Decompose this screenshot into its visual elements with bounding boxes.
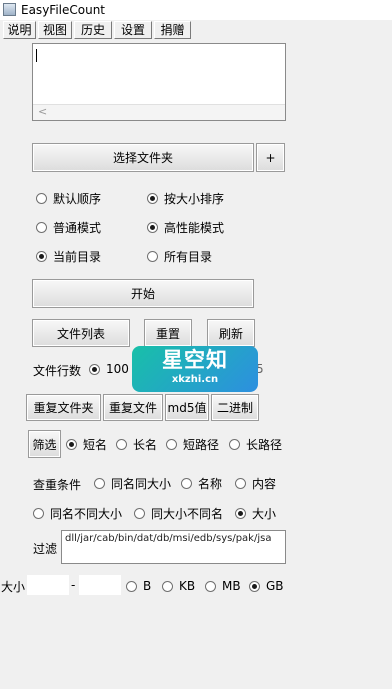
watermark-logo: 星空知 xkzhi.cn (132, 346, 258, 392)
file-lines-label: 文件行数 (33, 364, 82, 378)
radio-unit-b[interactable]: B (126, 578, 151, 594)
radio-size[interactable]: 大小 (235, 505, 276, 521)
menu-help[interactable]: 说明 (3, 21, 36, 39)
radio-dot (205, 580, 216, 592)
radio-dot (33, 507, 44, 519)
radio-long-path[interactable]: 长路径 (229, 436, 282, 452)
radio-dot (162, 580, 173, 592)
radio-same-name-diff-size[interactable]: 同名不同大小 (33, 505, 122, 521)
radio-dot (147, 250, 158, 262)
dup-file-button[interactable]: 重复文件 (103, 394, 163, 421)
radio-dot (94, 477, 105, 489)
title-bar: EasyFileCount (0, 0, 392, 20)
radio-dot (36, 192, 47, 204)
radio-long-name[interactable]: 长名 (116, 436, 157, 452)
radio-dot-selected (235, 507, 246, 519)
exclude-extensions-field[interactable]: dll/jar/cab/bin/dat/db/msi/edb/sys/pak/j… (61, 530, 286, 564)
radio-same-size-diff-name[interactable]: 同大小不同名 (134, 505, 223, 521)
radio-short-name[interactable]: 短名 (66, 436, 107, 452)
menu-settings[interactable]: 设置 (114, 21, 152, 39)
horizontal-scrollbar[interactable]: < (33, 104, 285, 120)
radio-lines-100[interactable]: 100 (89, 361, 129, 377)
radio-dot (181, 477, 192, 489)
binary-button[interactable]: 二进制 (211, 394, 259, 421)
radio-dot-selected (66, 438, 77, 450)
dup-conditions-label: 查重条件 (33, 478, 82, 492)
reset-button[interactable]: 重置 (144, 319, 192, 347)
radio-unit-gb[interactable]: GB (249, 578, 284, 594)
radio-name[interactable]: 名称 (181, 475, 222, 491)
scroll-left-icon[interactable]: < (38, 105, 47, 118)
radio-all-dirs[interactable]: 所有目录 (147, 248, 212, 264)
radio-short-path[interactable]: 短路径 (166, 436, 219, 452)
dup-folder-button[interactable]: 重复文件夹 (26, 394, 101, 421)
menu-history[interactable]: 历史 (74, 21, 112, 39)
size-max-input[interactable] (79, 575, 121, 595)
radio-unit-mb[interactable]: MB (205, 578, 241, 594)
radio-dot (134, 507, 145, 519)
radio-dot-selected (147, 221, 158, 233)
menu-bar: 说明 视图 历史 设置 捐赠 (0, 20, 392, 40)
app-icon (3, 3, 16, 16)
radio-default-order[interactable]: 默认顺序 (36, 190, 101, 206)
refresh-button[interactable]: 刷新 (207, 319, 255, 347)
output-textarea[interactable]: < (32, 43, 286, 121)
radio-content[interactable]: 内容 (235, 475, 276, 491)
radio-dot (229, 438, 240, 450)
select-folder-button[interactable]: 选择文件夹 (32, 143, 254, 172)
radio-performance-mode[interactable]: 高性能模式 (147, 219, 224, 235)
filter-button[interactable]: 筛选 (28, 430, 61, 458)
menu-view[interactable]: 视图 (38, 21, 72, 39)
radio-dot (166, 438, 177, 450)
radio-sort-by-size[interactable]: 按大小排序 (147, 190, 224, 206)
start-button[interactable]: 开始 (32, 279, 254, 308)
radio-dot (36, 221, 47, 233)
size-min-input[interactable] (27, 575, 69, 595)
radio-dot (126, 580, 137, 592)
radio-dot (116, 438, 127, 450)
radio-dot-selected (249, 580, 260, 592)
add-folder-button[interactable]: + (256, 143, 285, 172)
radio-unit-kb[interactable]: KB (162, 578, 195, 594)
radio-dot-selected (36, 250, 47, 262)
menu-donate[interactable]: 捐赠 (154, 21, 191, 39)
radio-dot (235, 477, 246, 489)
size-range-label: 大小 (1, 580, 26, 594)
radio-dot-selected (89, 363, 100, 375)
exclude-label: 过滤 (33, 542, 58, 556)
radio-normal-mode[interactable]: 普通模式 (36, 219, 101, 235)
file-list-button[interactable]: 文件列表 (32, 319, 130, 347)
radio-same-name-size[interactable]: 同名同大小 (94, 475, 171, 491)
md5-button[interactable]: md5值 (165, 394, 209, 421)
text-caret (36, 49, 37, 62)
radio-dot-selected (147, 192, 158, 204)
window-title: EasyFileCount (21, 3, 106, 17)
size-range-separator: - (71, 578, 76, 592)
radio-current-dir[interactable]: 当前目录 (36, 248, 101, 264)
